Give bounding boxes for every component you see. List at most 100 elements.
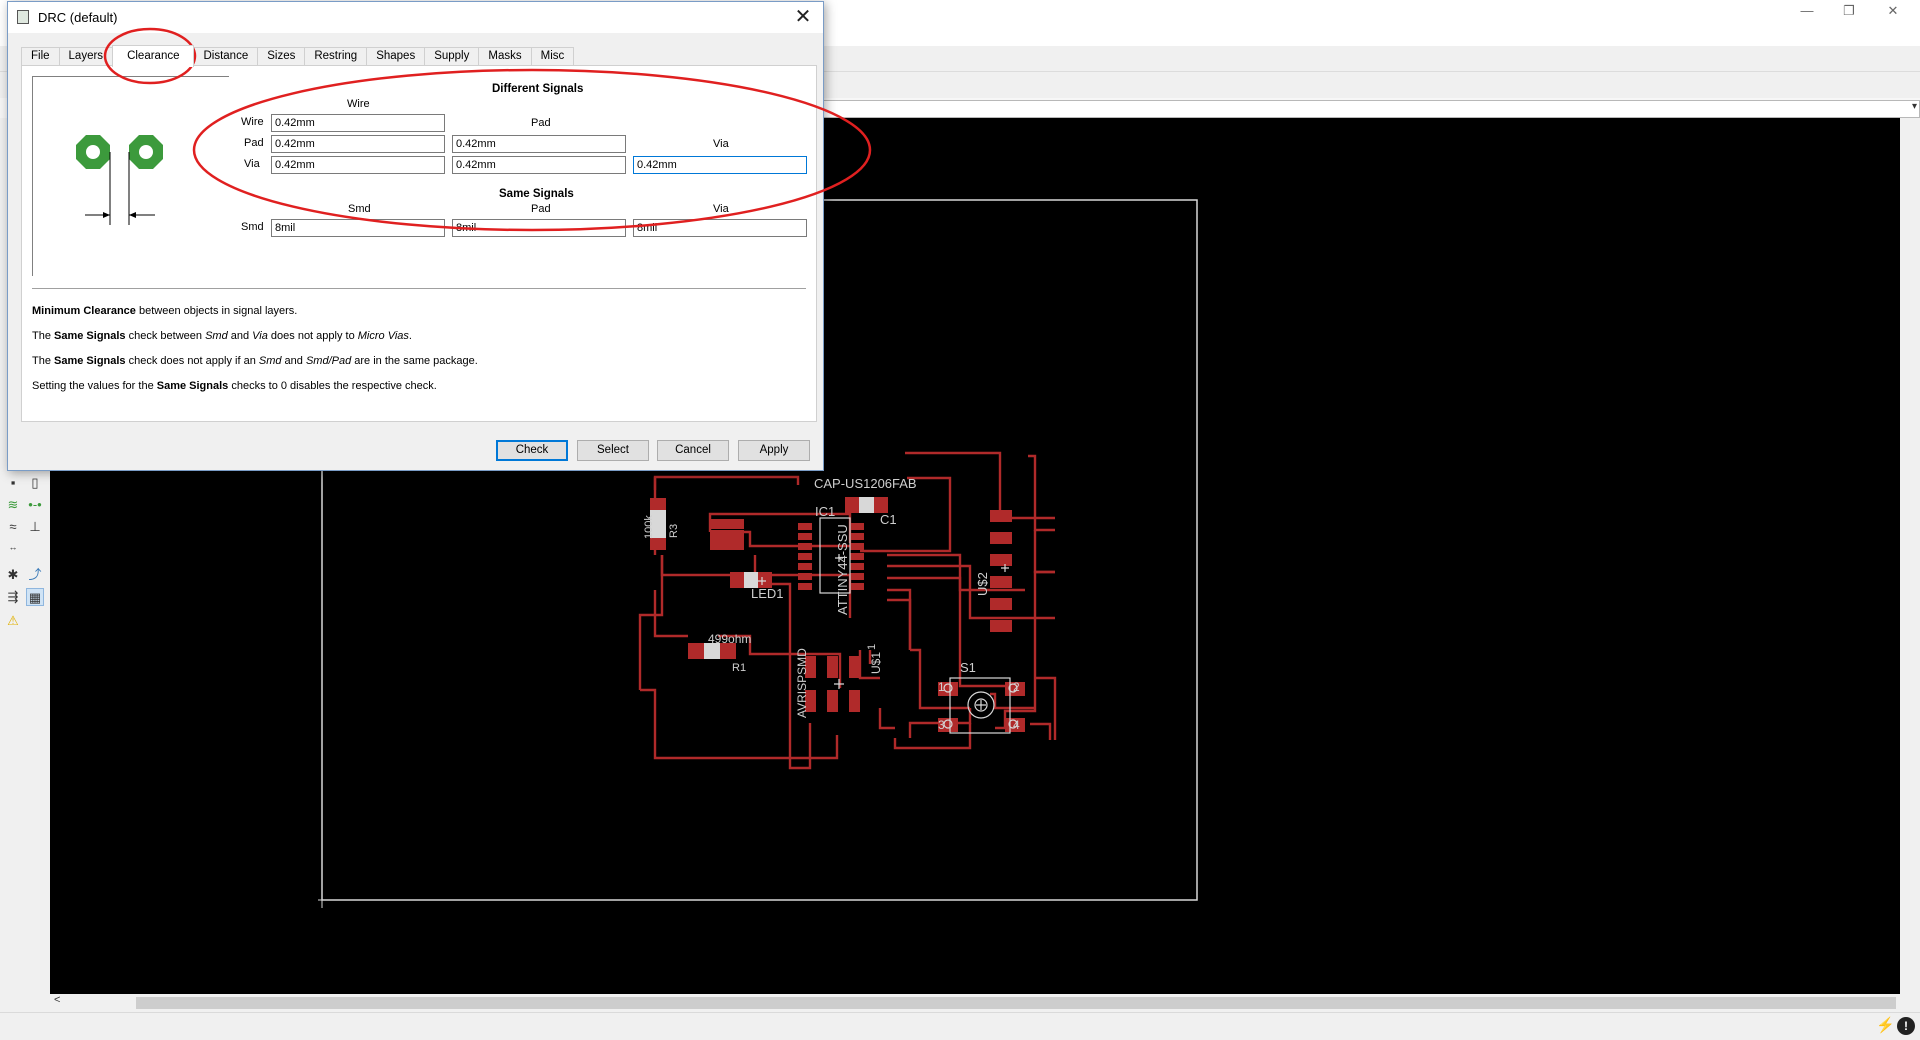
tab-distance[interactable]: Distance: [193, 47, 259, 66]
pad-wire-field[interactable]: 0.42mm: [271, 135, 445, 153]
select-button[interactable]: Select: [577, 440, 649, 461]
tab-file[interactable]: File: [21, 47, 60, 66]
pad-r3-a: [650, 498, 666, 510]
row-label-wire: Wire: [241, 116, 264, 128]
label-r3-value: 100k: [643, 515, 655, 539]
drc-icon[interactable]: ▦: [26, 588, 44, 606]
vertical-scrollbar[interactable]: [1900, 118, 1920, 994]
ic-pin-l7: [798, 583, 812, 590]
description-line-1: Minimum Clearance between objects in sig…: [32, 305, 298, 317]
pad-r3-side-a: [710, 519, 744, 529]
ic-pin-r1: [850, 523, 864, 530]
trace: [653, 590, 688, 638]
pad-c1-b: [874, 497, 888, 513]
tab-masks[interactable]: Masks: [478, 47, 532, 66]
errors-warning-icon[interactable]: ⚠: [4, 612, 22, 630]
label-us1: U$1: [869, 652, 883, 674]
lightning-icon[interactable]: ⚡: [1876, 1017, 1895, 1035]
trace: [730, 530, 850, 548]
col-label-same-via: Via: [713, 203, 729, 215]
route-icon[interactable]: ⤴: [26, 566, 44, 584]
label-s1: S1: [960, 660, 976, 675]
description-line-4: Setting the values for the Same Signals …: [32, 380, 437, 392]
via-hole-right: [139, 145, 153, 159]
trace: [638, 555, 664, 690]
trace: [878, 708, 895, 730]
trace: [887, 564, 1055, 620]
trace: [887, 598, 912, 650]
pad-led-a: [730, 572, 744, 588]
ic-pin-l6: [798, 573, 812, 580]
col-label-pad: Pad: [531, 117, 551, 129]
autorouter-icon[interactable]: ⇶: [4, 588, 22, 606]
via-via-field[interactable]: 0.42mm: [633, 156, 807, 174]
ic-pin-l3: [798, 543, 812, 550]
pad-avr-b: [827, 690, 838, 712]
ratsnest-icon[interactable]: ✱: [4, 566, 22, 584]
via-wire-field[interactable]: 0.42mm: [271, 156, 445, 174]
cmd-dropdown-icon[interactable]: ▾: [1912, 101, 1917, 112]
cancel-button[interactable]: Cancel: [657, 440, 729, 461]
horizontal-scrollbar[interactable]: <: [50, 994, 1900, 1012]
trace: [1035, 676, 1057, 740]
dim-arrowhead-right: [129, 212, 136, 218]
dialog-titlebar[interactable]: DRC (default) ✕: [8, 2, 823, 33]
layer-icon[interactable]: ▪: [4, 474, 22, 492]
scrollbar-thumb[interactable]: [136, 997, 1896, 1009]
trace: [1033, 530, 1055, 574]
window-close-button[interactable]: ✕: [1870, 0, 1916, 24]
pad-r1-a: [688, 643, 704, 659]
page-icon[interactable]: ▯: [26, 474, 44, 492]
minimize-button[interactable]: —: [1784, 0, 1830, 24]
smd-smd-field[interactable]: 8mil: [271, 219, 445, 237]
via-pad-field[interactable]: 0.42mm: [452, 156, 626, 174]
ic-pin-l1: [798, 523, 812, 530]
label-attiny: ATTINY44-SSU: [835, 524, 850, 615]
tab-restring[interactable]: Restring: [304, 47, 368, 66]
scroll-left-icon[interactable]: <: [54, 994, 60, 1006]
smd-via-field[interactable]: 8mil: [633, 219, 807, 237]
description-line-3: The Same Signals check does not apply if…: [32, 355, 478, 367]
stamp-icon[interactable]: ⊥: [26, 518, 44, 536]
trace: [893, 723, 972, 750]
command-line-input[interactable]: ▾: [820, 100, 1920, 118]
tab-clearance[interactable]: Clearance: [112, 45, 195, 67]
tab-layers[interactable]: Layers: [58, 47, 114, 66]
tab-shapes[interactable]: Shapes: [366, 47, 426, 66]
measure-icon[interactable]: ↔: [4, 538, 22, 556]
row-label-smd: Smd: [241, 221, 264, 233]
row-label-via: Via: [244, 158, 260, 170]
net-icon[interactable]: •-•: [26, 496, 44, 514]
pad-us1-b: [827, 656, 838, 678]
dim-arrowhead-left: [103, 212, 110, 218]
pad-pad-field[interactable]: 0.42mm: [452, 135, 626, 153]
wire-wire-field[interactable]: 0.42mm: [271, 114, 445, 132]
restore-button[interactable]: ❐: [1826, 0, 1872, 24]
info-stop-icon[interactable]: !: [1897, 1017, 1915, 1035]
label-us1-pin: 1: [866, 644, 878, 650]
disk-icon[interactable]: ≈: [4, 518, 22, 536]
trace: [990, 692, 1035, 710]
via-hole-left: [86, 145, 100, 159]
col-label-via: Via: [713, 138, 729, 150]
pad-us2-5: [990, 598, 1012, 610]
check-button[interactable]: Check: [496, 440, 568, 461]
dialog-close-button[interactable]: ✕: [791, 5, 815, 29]
smd-pad-field[interactable]: 8mil: [452, 219, 626, 237]
pad-avr-c: [849, 690, 860, 712]
clearance-panel: Different Signals Wire Pad Via Wire Pad …: [21, 65, 817, 422]
tab-misc[interactable]: Misc: [530, 47, 575, 66]
label-pin4: 4: [1013, 718, 1020, 732]
label-r3: R3: [668, 524, 680, 538]
tab-sizes[interactable]: Sizes: [257, 47, 306, 66]
ic-pin-r4: [850, 553, 864, 560]
tab-bar: File Layers Clearance Distance Sizes Res…: [21, 45, 575, 67]
ic-pin-r7: [850, 583, 864, 590]
label-r1-value: 499ohm: [708, 632, 751, 646]
apply-button[interactable]: Apply: [738, 440, 810, 461]
stack-icon[interactable]: ≋: [4, 496, 22, 514]
trace: [1030, 722, 1052, 740]
tab-supply[interactable]: Supply: [424, 47, 480, 66]
origin-crosses: [656, 501, 1009, 710]
label-cap: CAP-US1206FAB: [814, 476, 917, 491]
